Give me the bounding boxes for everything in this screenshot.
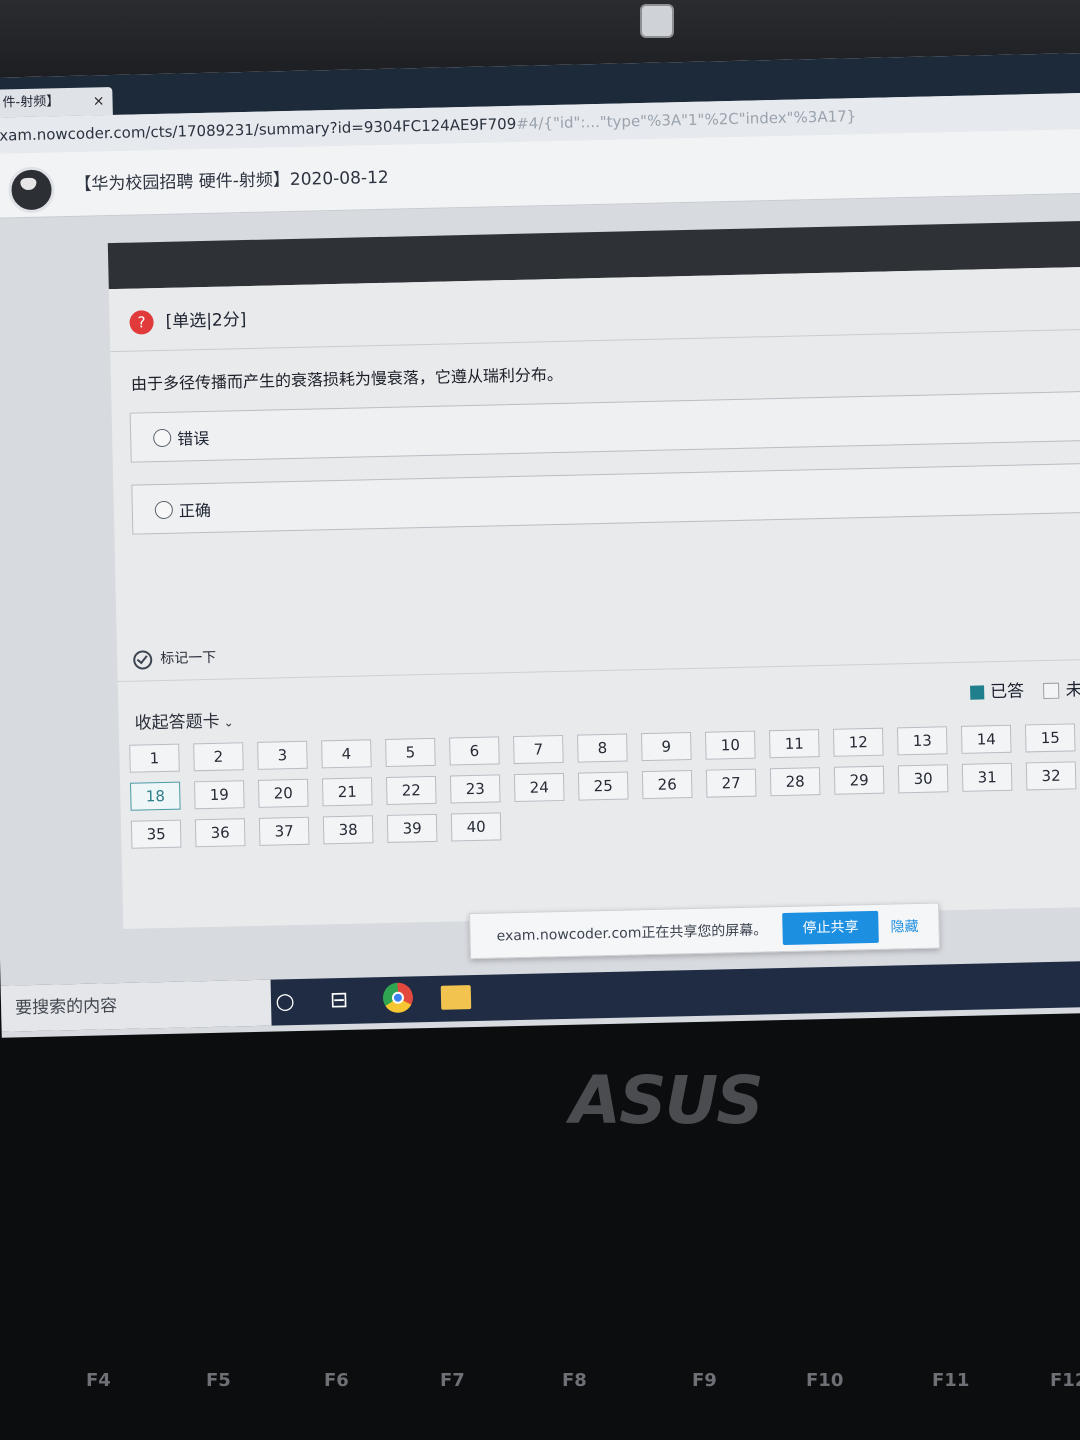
- question-number-button[interactable]: 32: [1025, 761, 1077, 791]
- check-circle-icon: [133, 649, 153, 670]
- taskbar-search[interactable]: 要搜索的内容: [0, 979, 272, 1032]
- key-f8: F8: [562, 1370, 587, 1391]
- question-number-button[interactable]: 20: [257, 778, 309, 808]
- file-explorer-icon[interactable]: [440, 985, 472, 1010]
- question-type: [单选|2分]: [165, 310, 247, 332]
- url-text: xam.nowcoder.com/cts/17089231/summary?id…: [0, 114, 517, 145]
- option-wrong[interactable]: 错误: [129, 390, 1080, 463]
- share-message: exam.nowcoder.com正在共享您的屏幕。: [496, 922, 768, 945]
- radio-button[interactable]: [153, 428, 172, 448]
- question-header: ? [单选|2分]: [129, 306, 247, 337]
- huawei-logo-icon: [8, 166, 56, 214]
- divider: [110, 328, 1080, 353]
- mark-label: 标记一下: [160, 649, 217, 668]
- key-f7: F7: [440, 1370, 465, 1391]
- question-number-button[interactable]: 28: [769, 767, 821, 797]
- close-icon[interactable]: ×: [93, 87, 105, 115]
- asus-logo: ASUS: [570, 1062, 764, 1139]
- question-number-button[interactable]: 11: [769, 729, 820, 759]
- key-f12: F12: [1050, 1370, 1080, 1391]
- question-number-button[interactable]: 40: [450, 812, 502, 842]
- legend-answered: 已答: [989, 681, 1025, 703]
- question-number-button[interactable]: 13: [896, 726, 948, 756]
- hide-button[interactable]: 隐藏: [890, 916, 918, 937]
- keyboard-function-row: F4 F5 F6 F7 F8 F9 F10 F11 F12: [0, 1350, 1080, 1440]
- answered-swatch: [970, 685, 985, 700]
- question-number-button[interactable]: 10: [705, 730, 756, 760]
- option-label: 错误: [177, 428, 210, 449]
- answer-legend: 已答 未答: [970, 675, 1080, 703]
- question-text: 由于多径传播而产生的衰落损耗为慢衰落，它遵从瑞利分布。: [130, 364, 564, 394]
- question-number-button[interactable]: 18: [130, 781, 181, 811]
- key-f10: F10: [806, 1370, 844, 1391]
- question-icon: ?: [129, 310, 154, 335]
- question-number-button[interactable]: 1: [129, 743, 180, 773]
- key-f9: F9: [692, 1370, 717, 1391]
- screen-share-bar: exam.nowcoder.com正在共享您的屏幕。 停止共享 隐藏: [469, 902, 940, 960]
- collapse-answer-card-button[interactable]: 收起答题卡 ⌄: [134, 706, 234, 734]
- question-number-button[interactable]: 5: [385, 737, 436, 767]
- question-number-button[interactable]: 36: [194, 818, 246, 848]
- question-number-button[interactable]: 35: [130, 819, 182, 849]
- question-number-button[interactable]: 21: [321, 777, 373, 807]
- question-number-button[interactable]: 8: [577, 733, 628, 763]
- key-f4: F4: [86, 1370, 111, 1391]
- divider: [117, 658, 1080, 683]
- question-number-button[interactable]: 2: [193, 742, 244, 772]
- question-number-button[interactable]: 37: [258, 816, 310, 846]
- question-number-button[interactable]: 24: [513, 772, 565, 803]
- unanswered-swatch: [1043, 682, 1060, 700]
- question-number-button[interactable]: 22: [385, 775, 437, 805]
- windows-taskbar: 要搜索的内容 ○ ⊟: [0, 960, 1080, 1032]
- question-number-button[interactable]: 14: [960, 724, 1012, 754]
- radio-button[interactable]: [154, 500, 174, 520]
- mark-question-button[interactable]: 标记一下: [133, 647, 217, 670]
- question-panel: ? [单选|2分] 由于多径传播而产生的衰落损耗为慢衰落，它遵从瑞利分布。 错误 …: [108, 266, 1080, 929]
- chevron-down-icon: ⌄: [223, 715, 234, 730]
- question-number-button[interactable]: 19: [194, 780, 245, 810]
- cortana-icon[interactable]: ○: [269, 987, 302, 1018]
- question-number-button[interactable]: 9: [641, 732, 692, 762]
- question-number-button[interactable]: 3: [257, 740, 308, 770]
- question-number-button[interactable]: 4: [321, 739, 372, 769]
- task-view-icon[interactable]: ⊟: [323, 986, 356, 1017]
- laptop-screen: 件-射频】 × xam.nowcoder.com/cts/17089231/su…: [0, 52, 1080, 1038]
- browser-tab[interactable]: 件-射频】 ×: [0, 87, 113, 118]
- question-number-button[interactable]: 38: [322, 815, 374, 845]
- question-number-button[interactable]: 27: [705, 768, 757, 798]
- page-title: 【华为校园招聘 硬件-射频】2020-08-12: [74, 167, 389, 195]
- key-f6: F6: [324, 1370, 349, 1391]
- question-number-button[interactable]: 6: [449, 736, 500, 766]
- key-f5: F5: [206, 1370, 231, 1391]
- question-number-button[interactable]: 30: [897, 764, 949, 794]
- option-label: 正确: [178, 500, 212, 521]
- option-correct[interactable]: 正确: [131, 462, 1080, 535]
- question-number-button[interactable]: 12: [832, 727, 884, 757]
- url-text-faded: #4/{"id":..."type"%3A"1"%2C"index"%3A17}: [516, 107, 857, 133]
- chrome-icon[interactable]: [382, 982, 414, 1014]
- browser-tab-label: 件-射频】: [2, 94, 60, 111]
- question-number-button[interactable]: 25: [577, 771, 629, 801]
- key-f11: F11: [932, 1370, 970, 1391]
- question-number-button[interactable]: 15: [1024, 723, 1076, 753]
- question-number-button[interactable]: 39: [386, 813, 438, 843]
- question-number-button[interactable]: 26: [641, 770, 693, 800]
- question-number-button[interactable]: 29: [833, 765, 885, 795]
- question-number-button[interactable]: 31: [961, 762, 1013, 792]
- question-number-button[interactable]: 7: [513, 734, 564, 765]
- stop-sharing-button[interactable]: 停止共享: [782, 910, 879, 946]
- answer-card-grid: 1 2 3 4 5 6 7 8 9 10 11 12 13 14 15 18 19 20 21 22 23 24 25 26 2…: [129, 722, 1080, 849]
- legend-unanswered: 未答: [1065, 679, 1080, 701]
- question-number-button[interactable]: 23: [449, 774, 501, 804]
- answer-card-toggle-label: 收起答题卡: [134, 711, 220, 734]
- webcam: [640, 4, 674, 38]
